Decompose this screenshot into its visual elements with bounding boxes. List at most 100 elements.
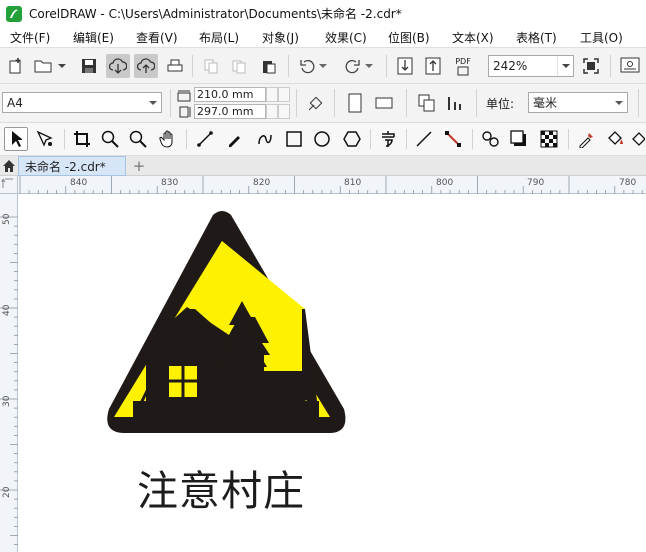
page-height-input[interactable]: 297.0 mm xyxy=(194,104,266,119)
ruler-label: 40 xyxy=(2,304,12,316)
chevron-down-icon[interactable] xyxy=(56,58,68,74)
zoom-out-icon[interactable] xyxy=(126,128,150,150)
toolbar-separator xyxy=(568,129,569,149)
chevron-down-icon[interactable] xyxy=(611,93,627,112)
vertical-ruler[interactable]: 50 40 30 20 xyxy=(0,194,18,552)
menu-edit[interactable]: 编辑(E) xyxy=(73,29,114,46)
pdf-icon[interactable]: PDF xyxy=(452,54,474,78)
open-folder-icon[interactable] xyxy=(32,56,54,76)
toolbar-separator xyxy=(406,129,407,149)
pen-tool-icon[interactable] xyxy=(252,128,278,150)
cloud-upload-icon[interactable] xyxy=(134,54,158,78)
sign-caption[interactable]: 注意村庄 xyxy=(137,457,305,517)
menu-view[interactable]: 查看(V) xyxy=(136,29,178,46)
drawing-canvas[interactable]: 注意村庄 xyxy=(19,195,646,552)
toolbar-separator xyxy=(638,89,639,117)
ruler-origin[interactable] xyxy=(0,176,18,194)
ruler-origin-icon xyxy=(1,178,13,188)
menu-tools[interactable]: 工具(O) xyxy=(580,29,623,46)
height-icon xyxy=(176,104,192,119)
add-tab-icon[interactable]: + xyxy=(130,157,148,175)
page-size-value: A4 xyxy=(7,95,23,110)
home-icon[interactable] xyxy=(1,158,17,174)
chevron-down-icon[interactable] xyxy=(557,56,573,76)
height-spinner[interactable] xyxy=(266,104,278,119)
interactive-fill-icon[interactable] xyxy=(602,128,628,150)
artistic-media-icon[interactable] xyxy=(222,128,248,150)
menu-layout[interactable]: 布局(L) xyxy=(199,29,239,46)
toolbar-separator xyxy=(64,129,65,149)
ruler-label: 820 xyxy=(253,178,271,188)
menu-file[interactable]: 文件(F) xyxy=(10,29,50,46)
toolbar-separator xyxy=(170,89,171,117)
chevron-down-icon[interactable] xyxy=(145,93,161,112)
ruler-label: 830 xyxy=(161,178,179,188)
page-width-input[interactable]: 210.0 mm xyxy=(194,87,266,102)
ruler-label: 30 xyxy=(2,395,12,407)
landscape-icon[interactable] xyxy=(372,93,396,113)
portrait-icon[interactable] xyxy=(344,91,366,115)
toolbar-separator xyxy=(288,55,289,77)
horizontal-ruler[interactable]: 840 830 820 810 800 790 780 xyxy=(18,176,646,194)
menu-text[interactable]: 文本(X) xyxy=(452,29,494,46)
page-size-combobox[interactable]: A4 xyxy=(2,92,162,113)
freehand-tool-icon[interactable] xyxy=(192,128,218,150)
vertical-ruler-ticks xyxy=(0,216,18,546)
text-tool-icon[interactable] xyxy=(376,128,400,150)
chevron-down-icon[interactable] xyxy=(318,58,328,74)
current-page-icon[interactable] xyxy=(444,92,466,114)
pdf-label: PDF xyxy=(455,56,471,66)
dimension-tool-icon[interactable] xyxy=(412,128,436,150)
drop-shadow-icon[interactable] xyxy=(506,128,532,150)
coreldraw-logo-icon xyxy=(6,5,22,22)
toolbar-separator xyxy=(186,129,187,149)
toolbar-separator xyxy=(370,129,371,149)
import-icon[interactable] xyxy=(394,56,416,76)
horizontal-ruler-ticks xyxy=(19,176,643,194)
height-spinner-right[interactable] xyxy=(278,104,290,119)
zoom-combobox[interactable]: 242% xyxy=(488,55,574,77)
ruler-label: 20 xyxy=(2,486,12,498)
save-icon[interactable] xyxy=(78,56,100,76)
shape-tool-icon[interactable] xyxy=(32,128,58,150)
width-spinner-right[interactable] xyxy=(278,87,290,102)
pan-tool-icon[interactable] xyxy=(156,128,180,150)
print-icon[interactable] xyxy=(164,56,186,76)
redo-icon[interactable] xyxy=(342,56,364,76)
menu-object[interactable]: 对象(J) xyxy=(262,29,299,46)
menu-table[interactable]: 表格(T) xyxy=(516,29,557,46)
smart-fill-icon[interactable] xyxy=(630,128,646,150)
property-bar: A4 210.0 mm 297.0 mm 单位: 毫米 xyxy=(0,84,646,123)
new-document-icon[interactable] xyxy=(4,56,26,76)
toolbar-separator xyxy=(386,55,387,77)
page-orientation-tool-icon[interactable] xyxy=(304,92,328,114)
undo-icon[interactable] xyxy=(296,56,318,76)
units-combobox[interactable]: 毫米 xyxy=(528,92,628,113)
zoom-tool-icon[interactable] xyxy=(98,128,122,150)
chevron-down-icon[interactable] xyxy=(364,58,374,74)
width-spinner[interactable] xyxy=(266,87,278,102)
units-value: 毫米 xyxy=(533,96,558,110)
full-screen-icon[interactable] xyxy=(580,56,602,76)
cloud-download-icon[interactable] xyxy=(106,54,130,78)
pick-tool-icon[interactable] xyxy=(4,127,28,151)
polygon-tool-icon[interactable] xyxy=(340,128,364,150)
menu-bitmaps[interactable]: 位图(B) xyxy=(388,29,430,46)
ellipse-tool-icon[interactable] xyxy=(310,128,334,150)
blend-tool-icon[interactable] xyxy=(478,128,504,150)
paste-icon[interactable] xyxy=(258,56,280,76)
ruler-label: 800 xyxy=(436,178,454,188)
options-icon[interactable] xyxy=(618,56,642,76)
export-icon[interactable] xyxy=(422,56,444,76)
document-tab[interactable]: 未命名 -2.cdr* xyxy=(18,156,126,176)
all-pages-icon[interactable] xyxy=(416,92,438,114)
rectangle-tool-icon[interactable] xyxy=(282,128,306,150)
connector-tool-icon[interactable] xyxy=(440,128,466,150)
transparency-tool-icon[interactable] xyxy=(536,128,562,150)
warning-sign-village[interactable] xyxy=(19,195,646,552)
crop-tool-icon[interactable] xyxy=(70,128,94,150)
menu-effects[interactable]: 效果(C) xyxy=(325,29,367,46)
eyedropper-tool-icon[interactable] xyxy=(574,128,600,150)
copy-icon[interactable] xyxy=(200,56,222,76)
duplicate-icon[interactable] xyxy=(228,56,250,76)
